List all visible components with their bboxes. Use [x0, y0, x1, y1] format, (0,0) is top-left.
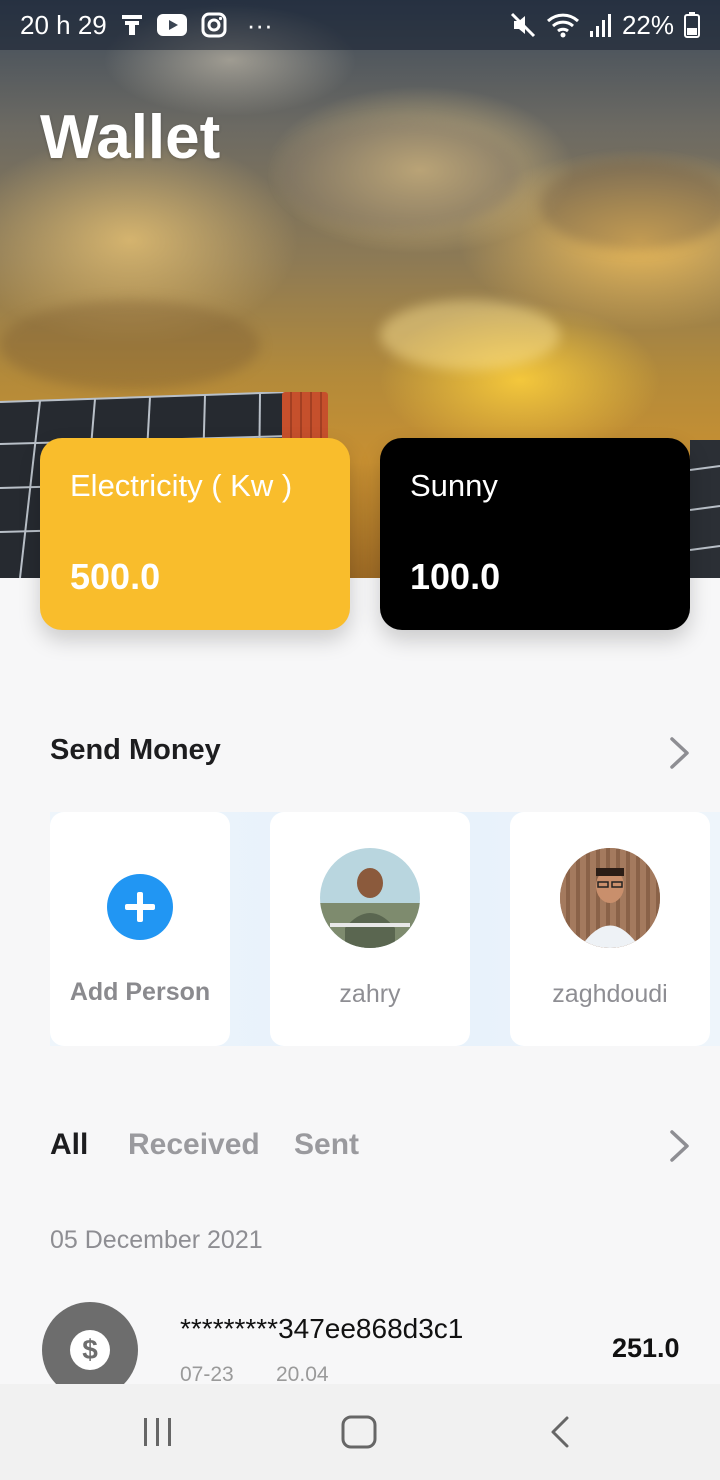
tab-all[interactable]: All — [50, 1128, 88, 1162]
solar-panels-right-image — [690, 440, 720, 578]
back-button[interactable] — [510, 1384, 610, 1480]
tab-sent[interactable]: Sent — [294, 1128, 359, 1162]
person-card-zahry[interactable]: zahry — [270, 812, 470, 1046]
sunny-card-value: 100.0 — [410, 556, 501, 597]
sunny-card-label: Sunny — [410, 468, 498, 503]
send-money-title: Send Money — [50, 734, 221, 766]
transaction-id: *********347ee868d3c1 — [180, 1313, 464, 1344]
instagram-icon — [201, 12, 227, 38]
svg-text:$: $ — [82, 1334, 98, 1365]
wifi-icon — [546, 12, 580, 38]
send-money-chevron-right-icon[interactable] — [668, 736, 692, 770]
tab-received[interactable]: Received — [128, 1128, 260, 1162]
battery-icon — [684, 12, 700, 38]
electricity-card-value: 500.0 — [70, 556, 161, 597]
person-name: zahry — [339, 980, 401, 1008]
status-bar: 20 h 29 ··· 22% — [0, 0, 720, 50]
transactions-chevron-right-icon[interactable] — [668, 1129, 692, 1163]
page-title: Wallet — [40, 103, 221, 172]
more-notifications-icon: ··· — [246, 9, 273, 40]
electricity-card-label: Electricity ( Kw ) — [70, 468, 293, 503]
person-name: zaghdoudi — [552, 980, 668, 1008]
home-icon — [341, 1415, 377, 1449]
add-circle — [107, 874, 173, 940]
roof-chimney — [282, 392, 328, 442]
avatar — [320, 848, 420, 948]
recent-apps-icon — [144, 1418, 171, 1446]
notification-icon — [121, 13, 143, 37]
status-time: 20 h 29 — [20, 9, 107, 40]
back-icon — [551, 1416, 569, 1448]
transaction-amount: 251.0 — [612, 1333, 680, 1363]
home-button[interactable] — [309, 1384, 409, 1480]
battery-percent: 22% — [621, 9, 674, 40]
sunny-balance-card[interactable]: Sunny 100.0 — [380, 438, 690, 630]
add-person-label: Add Person — [69, 978, 211, 1006]
avatar — [560, 848, 660, 948]
mute-icon — [510, 12, 536, 38]
electricity-balance-card[interactable]: Electricity ( Kw ) 500.0 — [40, 438, 350, 630]
recent-apps-button[interactable] — [108, 1384, 208, 1480]
add-person-button[interactable]: Add Person — [50, 812, 230, 1046]
transaction-date-header: 05 December 2021 — [50, 1226, 263, 1254]
person-card-zaghdoudi[interactable]: zaghdoudi — [510, 812, 710, 1046]
youtube-icon — [156, 14, 187, 36]
signal-icon — [589, 13, 612, 37]
plus-icon — [125, 892, 155, 922]
